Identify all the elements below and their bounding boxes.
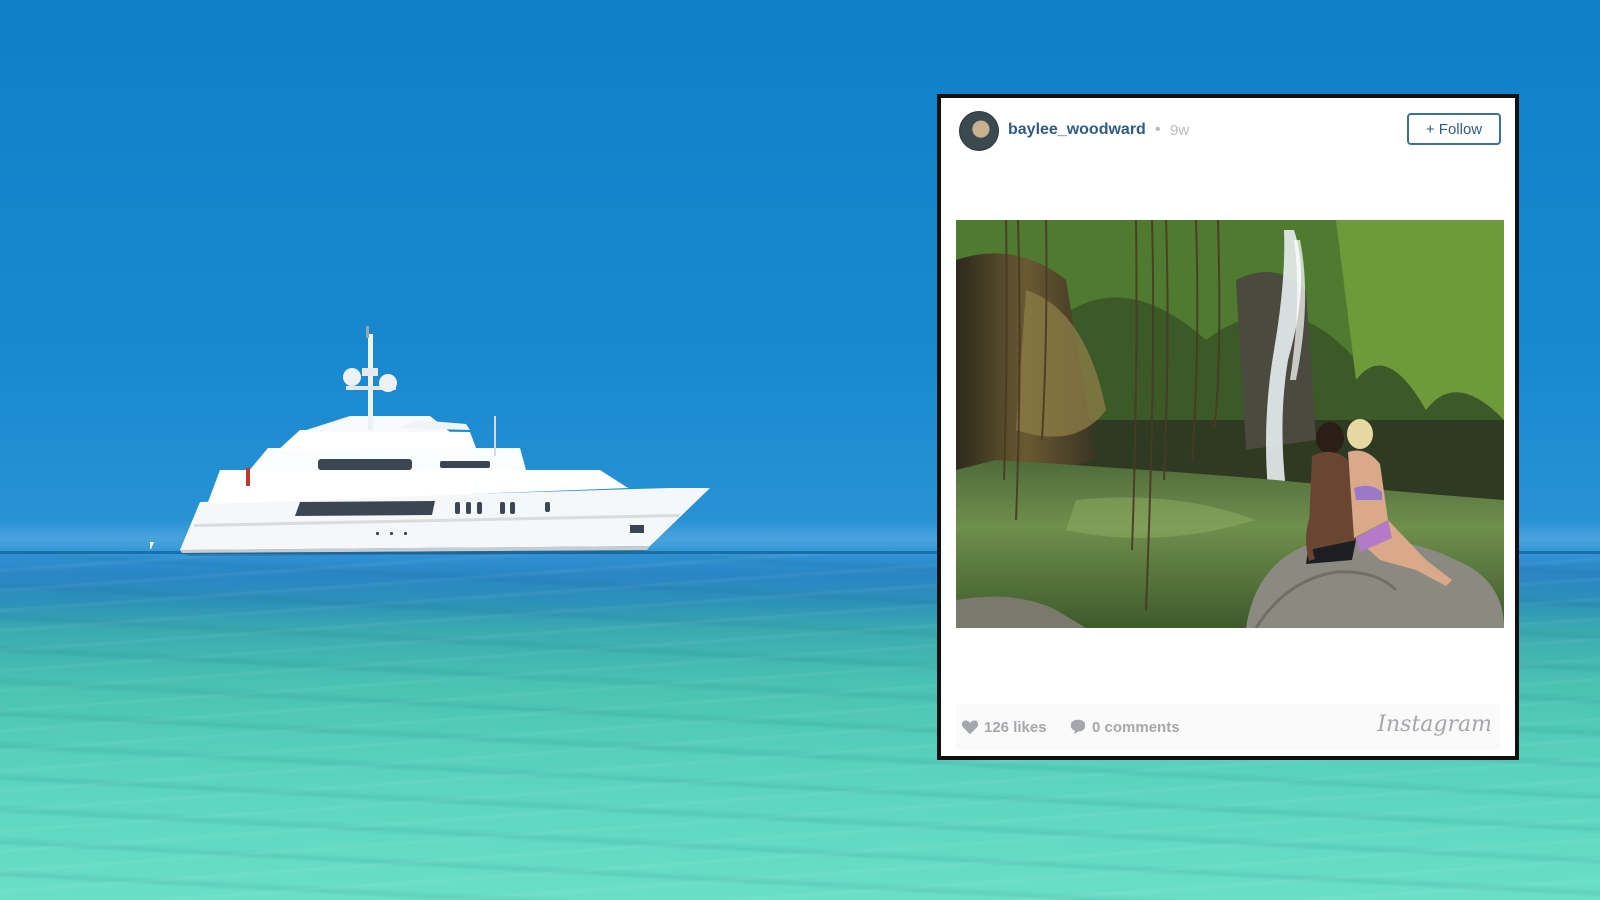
speech-bubble-icon[interactable] — [1069, 718, 1087, 736]
tender-boats — [150, 542, 154, 549]
username-link[interactable]: baylee_woodward — [1008, 121, 1146, 139]
post-footer: 126 likes 0 comments Instagram — [956, 704, 1500, 750]
follow-button[interactable]: + Follow — [1407, 113, 1501, 145]
heart-icon[interactable] — [961, 718, 979, 736]
post-age: 9w — [1170, 122, 1190, 139]
background-scene: baylee_woodward • 9w + Follow 126 likes … — [0, 0, 1600, 900]
comments-count[interactable]: 0 comments — [1092, 719, 1180, 736]
instagram-post-card: baylee_woodward • 9w + Follow 126 likes … — [937, 94, 1519, 760]
instagram-logo[interactable]: Instagram — [1377, 712, 1492, 737]
avatar[interactable] — [959, 111, 999, 151]
yacht-image — [150, 326, 710, 556]
likes-count[interactable]: 126 likes — [984, 719, 1047, 736]
post-header: baylee_woodward • 9w + Follow — [941, 98, 1515, 164]
separator-dot: • — [1155, 121, 1161, 138]
waterfall-photo-image — [956, 220, 1504, 628]
post-photo[interactable] — [956, 220, 1504, 628]
